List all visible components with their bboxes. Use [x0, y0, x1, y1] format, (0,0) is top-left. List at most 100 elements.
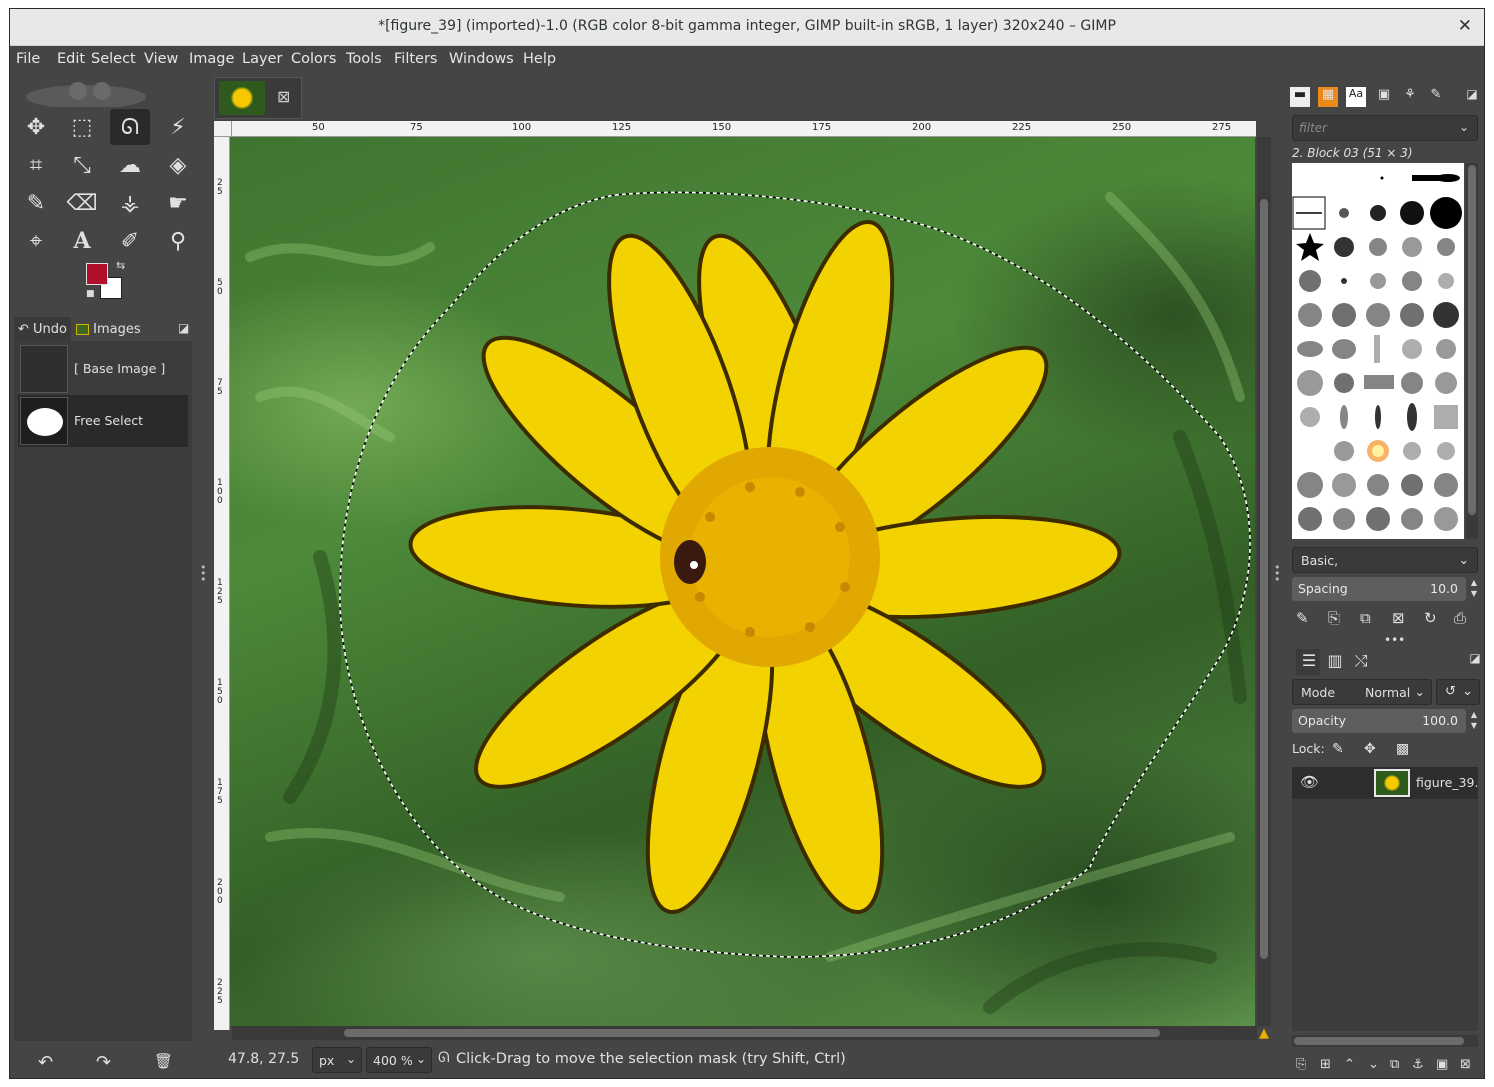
layer-row[interactable]: 👁 figure_39.jpg [1292, 767, 1478, 799]
menu-layer[interactable]: Layer [242, 51, 282, 67]
layer-mode-select[interactable]: Mode Normal ⌄ [1292, 679, 1432, 705]
dynamics-tab-icon[interactable]: ⚘ [1400, 87, 1420, 107]
fuzzy-select-tool-icon[interactable]: ⚡ [158, 109, 198, 145]
patterns-tab-icon[interactable]: ▦ [1318, 87, 1338, 107]
menu-help[interactable]: Help [523, 51, 556, 67]
image-canvas[interactable] [230, 137, 1255, 1026]
duplicate-layer-icon[interactable]: ⧉ [1390, 1057, 1399, 1072]
lock-pixels-icon[interactable]: ✎ [1332, 741, 1344, 757]
scroll-thumb[interactable] [1468, 165, 1476, 515]
text-tool-icon[interactable]: A [62, 223, 102, 259]
raise-layer-icon[interactable]: ⌃ [1344, 1057, 1355, 1072]
new-brush-icon[interactable]: ⎘ [1328, 609, 1340, 627]
spacing-slider[interactable]: Spacing 10.0 [1292, 577, 1466, 601]
eraser-tool-icon[interactable]: ⌫ [62, 185, 102, 221]
layers-horizontal-scrollbar[interactable] [1292, 1035, 1478, 1047]
bucket-fill-tool-icon[interactable]: ◈ [158, 147, 198, 183]
clone-tool-icon[interactable]: ⚶ [110, 185, 150, 221]
menu-select[interactable]: Select [91, 51, 136, 67]
brush-filter-input[interactable]: filter ⌄ [1292, 115, 1478, 141]
spacing-stepper[interactable]: ▲ ▼ [1468, 577, 1480, 601]
warp-transform-tool-icon[interactable]: ☁ [110, 147, 150, 183]
panel-menu-icon[interactable]: ◪ [1462, 87, 1482, 107]
channels-tab-icon[interactable]: ▥ [1324, 651, 1346, 673]
new-layer-icon[interactable]: ⊞ [1320, 1057, 1331, 1072]
clear-history-icon[interactable]: 🗑 [154, 1052, 173, 1070]
scroll-thumb[interactable] [1260, 199, 1268, 959]
opacity-slider[interactable]: Opacity 100.0 [1292, 709, 1466, 733]
rect-select-tool-icon[interactable]: ⬚ [62, 109, 102, 145]
vertical-ruler[interactable]: 25 50 75 100 125 150 175 200 225 [214, 137, 230, 1030]
lock-position-icon[interactable]: ✥ [1364, 741, 1376, 757]
undo-item-free-select[interactable]: Free Select [18, 395, 188, 447]
menu-windows[interactable]: Windows [449, 51, 514, 67]
opacity-stepper[interactable]: ▲ ▼ [1468, 709, 1480, 733]
brush-tag-select[interactable]: Basic, ⌄ [1292, 547, 1478, 573]
window-title: *[figure_39] (imported)-1.0 (RGB color 8… [378, 18, 1116, 34]
undo-item-base-image[interactable]: [ Base Image ] [18, 343, 188, 395]
menu-image[interactable]: Image [189, 51, 234, 67]
open-brush-as-image-icon[interactable]: ⎙ [1454, 609, 1466, 627]
color-picker-tool-icon[interactable]: ✐ [110, 223, 150, 259]
move-tool-icon[interactable]: ✥ [16, 109, 56, 145]
tab-images[interactable]: Images [72, 317, 145, 343]
layer-name: figure_39.jpg [1416, 775, 1478, 790]
close-image-icon[interactable]: ⊠ [277, 87, 290, 106]
undo-button-icon[interactable]: ↶ [38, 1052, 53, 1073]
anchor-layer-icon[interactable]: ⚓ [1412, 1057, 1424, 1072]
delete-layer-icon[interactable]: ⊠ [1460, 1057, 1471, 1072]
menu-filters[interactable]: Filters [394, 51, 437, 67]
new-layer-group-icon[interactable]: ⎘ [1296, 1057, 1306, 1072]
edit-brush-icon[interactable]: ✎ [1296, 609, 1309, 627]
mask-layer-icon[interactable]: ▣ [1436, 1057, 1448, 1072]
image-tab-figure-39[interactable]: ⊠ [214, 77, 302, 119]
horizontal-ruler[interactable]: 50 75 100 125 150 175 200 225 250 275 [232, 121, 1256, 137]
tool-presets-tab-icon[interactable]: ✎ [1426, 87, 1446, 107]
swap-colors-icon[interactable]: ⇆ [116, 259, 125, 272]
scroll-thumb[interactable] [344, 1029, 1160, 1037]
default-colors-icon[interactable]: ■ [86, 289, 95, 299]
dock-grip-right[interactable]: • • • [1274, 562, 1281, 585]
zoom-tool-icon[interactable]: ⚲ [158, 223, 198, 259]
panel-menu-icon[interactable]: ◪ [1464, 651, 1484, 673]
delete-brush-icon[interactable]: ⊠ [1392, 609, 1405, 627]
lower-layer-icon[interactable]: ⌄ [1368, 1057, 1379, 1072]
menu-tools[interactable]: Tools [346, 51, 382, 67]
paths-tool-icon[interactable]: ⌖ [16, 223, 56, 259]
layers-tab-icon[interactable]: ☰ [1298, 651, 1320, 673]
canvas-vertical-scrollbar[interactable] [1257, 137, 1271, 1026]
brush-grid-scrollbar[interactable] [1466, 163, 1478, 539]
dock-separator-grip[interactable]: ••• [1384, 633, 1405, 647]
duplicate-brush-icon[interactable]: ⧉ [1360, 609, 1371, 627]
tab-undo[interactable]: ↶ Undo [14, 317, 72, 343]
redo-button-icon[interactable]: ↷ [96, 1052, 111, 1073]
canvas-horizontal-scrollbar[interactable] [232, 1026, 1257, 1040]
menu-edit[interactable]: Edit [57, 51, 85, 67]
paths-tab-icon[interactable]: ⤭ [1350, 651, 1372, 673]
dock-grip-left[interactable]: • • • [200, 562, 207, 585]
menu-colors[interactable]: Colors [291, 51, 336, 67]
smudge-tool-icon[interactable]: ☛ [158, 185, 198, 221]
fonts-tab-icon[interactable]: Aa [1346, 87, 1366, 107]
ruler-corner[interactable] [214, 121, 232, 137]
scroll-thumb[interactable] [1294, 1037, 1464, 1045]
crop-tool-icon[interactable]: ⌗ [16, 147, 56, 183]
free-select-tool-icon[interactable]: ᘏ [110, 109, 150, 145]
menu-view[interactable]: View [144, 51, 178, 67]
paintbrush-tool-icon[interactable]: ✎ [16, 185, 56, 221]
brushes-tab-icon[interactable]: ▬ [1290, 87, 1310, 107]
close-icon[interactable]: ✕ [1458, 16, 1472, 36]
lock-alpha-icon[interactable]: ▩ [1396, 741, 1409, 757]
visibility-eye-icon[interactable]: 👁 [1300, 773, 1319, 791]
navigate-icon[interactable]: ▲ [1259, 1026, 1269, 1041]
unified-transform-tool-icon[interactable]: ⤡ [62, 147, 102, 183]
refresh-brushes-icon[interactable]: ↻ [1424, 609, 1437, 627]
panel-menu-icon[interactable]: ◪ [178, 321, 189, 335]
zoom-select[interactable]: 400 % ⌄ [366, 1047, 432, 1073]
document-history-tab-icon[interactable]: ▣ [1374, 87, 1394, 107]
menu-file[interactable]: File [16, 51, 40, 67]
foreground-color-swatch[interactable] [86, 263, 108, 285]
unit-select[interactable]: px ⌄ [312, 1047, 362, 1073]
composite-mode-select[interactable]: ↺ ⌄ [1436, 679, 1480, 705]
brush-grid[interactable] [1292, 163, 1464, 539]
